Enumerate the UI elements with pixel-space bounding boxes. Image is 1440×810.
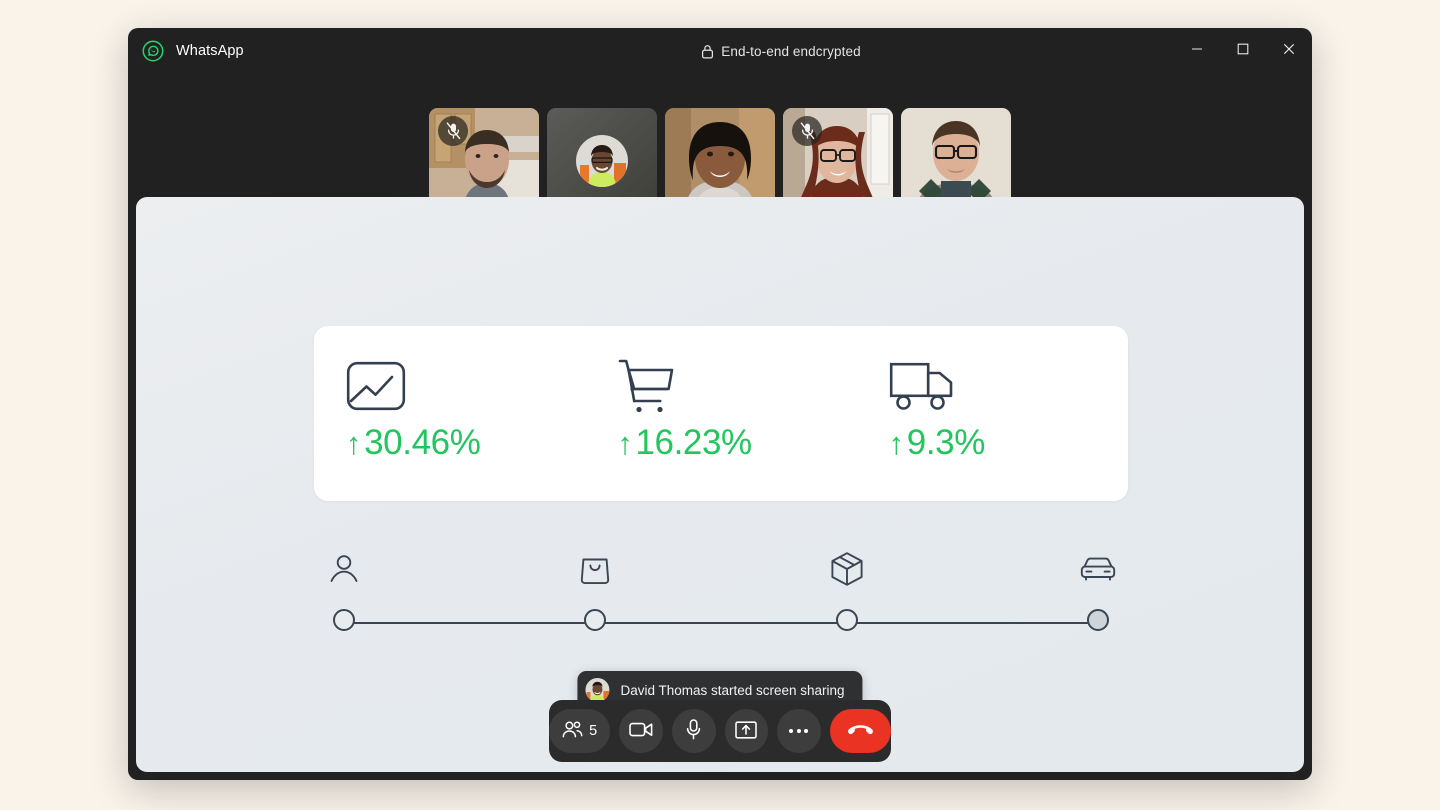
video-camera-icon — [629, 721, 653, 741]
stepper-icons-row — [314, 547, 1128, 595]
stepper-step — [1068, 555, 1128, 588]
metric-item: ↑9.3% — [857, 326, 1128, 501]
stepper-node-cell — [817, 609, 877, 631]
user-icon — [328, 553, 360, 590]
window-titlebar: WhatsApp End-to-end endcrypted — [128, 28, 1312, 74]
window-controls — [1174, 28, 1312, 74]
mic-muted-badge — [438, 116, 468, 146]
share-screen-button[interactable] — [724, 709, 769, 753]
stepper-node[interactable] — [835, 609, 858, 631]
trend-up-arrow-icon: ↑ — [346, 426, 362, 461]
encryption-label: End-to-end endcrypted — [721, 43, 861, 59]
maximize-icon — [1237, 42, 1249, 60]
metric-value: ↑16.23% — [617, 423, 856, 463]
trend-up-arrow-icon: ↑ — [617, 426, 633, 461]
stepper-node[interactable] — [584, 609, 607, 631]
titlebar-left-group: WhatsApp — [128, 40, 428, 62]
metric-number: 9.3% — [906, 423, 986, 462]
microphone-icon — [686, 719, 701, 743]
metric-item: ↑30.46% — [314, 326, 585, 501]
shopping-cart-icon — [617, 355, 856, 417]
lock-icon — [701, 44, 714, 59]
minimize-button[interactable] — [1174, 28, 1220, 74]
metric-number: 30.46% — [364, 423, 481, 462]
stepper-step — [817, 551, 877, 592]
car-icon — [1080, 555, 1116, 588]
stepper-node[interactable] — [1086, 609, 1109, 631]
delivery-truck-icon — [889, 355, 1128, 417]
participants-count: 5 — [589, 723, 598, 739]
metric-item: ↑16.23% — [585, 326, 856, 501]
minimize-icon — [1191, 42, 1203, 60]
avatar — [585, 678, 610, 702]
toast-message: David Thomas started screen sharing — [620, 682, 845, 698]
more-options-button[interactable] — [777, 709, 821, 753]
stepper-step — [565, 553, 625, 590]
camera-button[interactable] — [619, 709, 663, 753]
participants-button[interactable]: 5 — [549, 709, 611, 753]
encryption-indicator: End-to-end endcrypted — [388, 44, 1174, 59]
more-dots-icon — [789, 729, 809, 733]
metrics-card: ↑30.46% ↑16.23% ↑9.3% — [314, 326, 1128, 501]
shopping-bag-icon — [580, 553, 610, 590]
microphone-button[interactable] — [671, 709, 716, 753]
end-call-button[interactable] — [829, 709, 891, 753]
stepper-node[interactable] — [333, 609, 355, 631]
package-box-icon — [830, 551, 864, 592]
metric-value: ↑9.3% — [889, 423, 1128, 463]
stepper-node-cell — [565, 609, 625, 631]
whatsapp-logo-icon — [142, 40, 164, 62]
trend-up-arrow-icon: ↑ — [888, 426, 905, 461]
app-title: WhatsApp — [176, 43, 244, 59]
maximize-button[interactable] — [1220, 28, 1266, 74]
stepper-step — [314, 553, 374, 590]
metric-number: 16.23% — [635, 423, 752, 462]
chart-image-icon — [346, 355, 585, 417]
people-icon — [562, 721, 583, 741]
microphone-muted-icon — [446, 122, 460, 140]
whatsapp-call-window: WhatsApp End-to-end endcrypted ↑30.46% ↑… — [128, 28, 1312, 780]
order-progress-stepper — [314, 547, 1128, 657]
stepper-node-cell — [1068, 609, 1128, 631]
microphone-muted-icon — [800, 122, 814, 140]
close-button[interactable] — [1266, 28, 1312, 74]
call-control-bar: 5 — [549, 700, 891, 762]
shared-screen-surface: ↑30.46% ↑16.23% ↑9.3% David Thomas start… — [136, 197, 1304, 772]
metric-value: ↑30.46% — [346, 423, 585, 463]
end-call-icon — [847, 722, 874, 740]
avatar — [576, 134, 628, 187]
share-screen-icon — [735, 720, 758, 742]
stepper-node-cell — [314, 609, 374, 631]
stepper-nodes-row — [314, 609, 1128, 631]
mic-muted-badge — [792, 116, 822, 146]
close-icon — [1283, 42, 1295, 60]
